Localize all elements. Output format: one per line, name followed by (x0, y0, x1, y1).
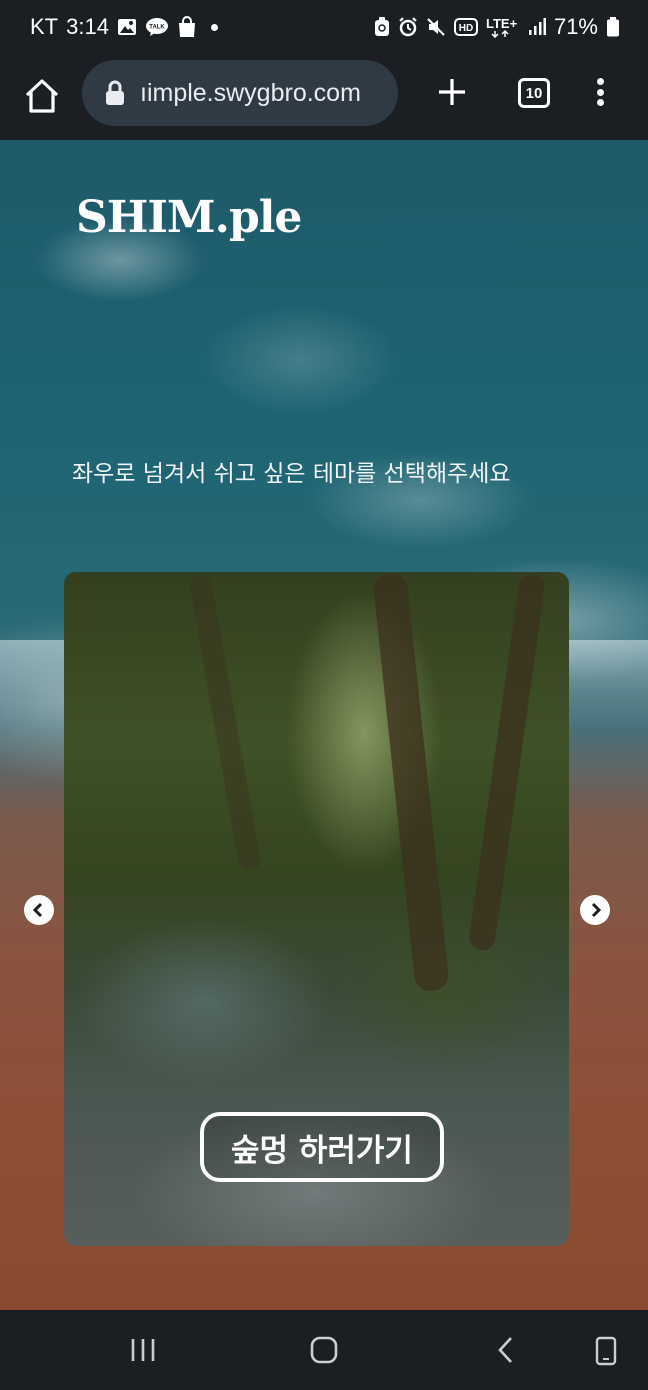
status-bar: KT 3:14 TALK HD LTE+ 71% (0, 0, 648, 58)
forest-tree-trunk (188, 572, 262, 872)
kebab-dot-icon (596, 88, 604, 96)
url-text: ıimple.swygbro.com (140, 78, 361, 107)
signal-icon (528, 18, 546, 36)
home-icon (25, 79, 59, 113)
browser-toolbar: ıimple.swygbro.com 10 (0, 58, 648, 140)
alarm-icon (398, 17, 418, 37)
home-circle-icon (310, 1336, 338, 1364)
carousel-next-button[interactable] (580, 895, 610, 925)
web-page: SHIM.ple 좌우로 넘겨서 쉬고 싶은 테마를 선택해주세요 숲멍 하러가… (0, 140, 648, 1310)
tab-switcher-button[interactable]: 10 (518, 78, 550, 108)
shopping-bag-icon (177, 16, 197, 38)
battery-icon (606, 17, 620, 37)
chevron-right-icon (591, 902, 602, 918)
home-button[interactable] (22, 76, 62, 116)
instruction-text: 좌우로 넘겨서 쉬고 싶은 테마를 선택해주세요 (72, 461, 511, 487)
talk-icon: TALK (145, 17, 169, 37)
android-nav-bar (0, 1310, 648, 1390)
nav-home-button[interactable] (310, 1336, 338, 1368)
new-tab-button[interactable] (436, 76, 468, 108)
gallery-icon (117, 18, 137, 36)
hd-icon-label: HD (459, 23, 473, 34)
theme-card-forest[interactable]: 숲멍 하러가기 (64, 572, 569, 1246)
lock-icon (106, 80, 124, 105)
hd-icon: HD (453, 18, 478, 36)
forest-tree-trunk (372, 572, 450, 993)
status-right: HD LTE+ 71% (374, 14, 620, 40)
tab-count: 10 (525, 84, 543, 102)
status-left: KT 3:14 TALK (30, 14, 218, 40)
clock: 3:14 (66, 14, 109, 39)
kebab-dot-icon (596, 78, 604, 85)
carrier-label: KT (30, 14, 59, 39)
site-logo[interactable]: SHIM.ple (76, 192, 302, 243)
recycle-icon (374, 17, 390, 37)
notification-dot-icon (210, 23, 218, 31)
more-menu-button[interactable] (596, 78, 604, 106)
carousel-prev-button[interactable] (24, 895, 54, 925)
back-chevron-icon (498, 1337, 512, 1363)
lte-plus-icon-label: LTE+ (486, 16, 518, 31)
address-bar[interactable]: ıimple.swygbro.com (82, 60, 398, 126)
mute-icon (426, 17, 446, 37)
recent-apps-button[interactable] (130, 1336, 156, 1368)
plus-icon (439, 79, 465, 105)
talk-icon-label: TALK (149, 25, 165, 31)
phone-outline-icon (595, 1336, 617, 1366)
forest-tree-trunk (467, 572, 547, 952)
back-button[interactable] (496, 1336, 516, 1368)
recent-apps-icon (131, 1339, 155, 1361)
kebab-dot-icon (596, 99, 604, 106)
battery-percent: 71% (553, 14, 598, 39)
lte-plus-icon: LTE+ (486, 16, 520, 38)
keyboard-toggle-button[interactable] (594, 1336, 618, 1370)
chevron-left-icon (32, 902, 43, 918)
forest-cta-button[interactable]: 숲멍 하러가기 (200, 1112, 444, 1182)
